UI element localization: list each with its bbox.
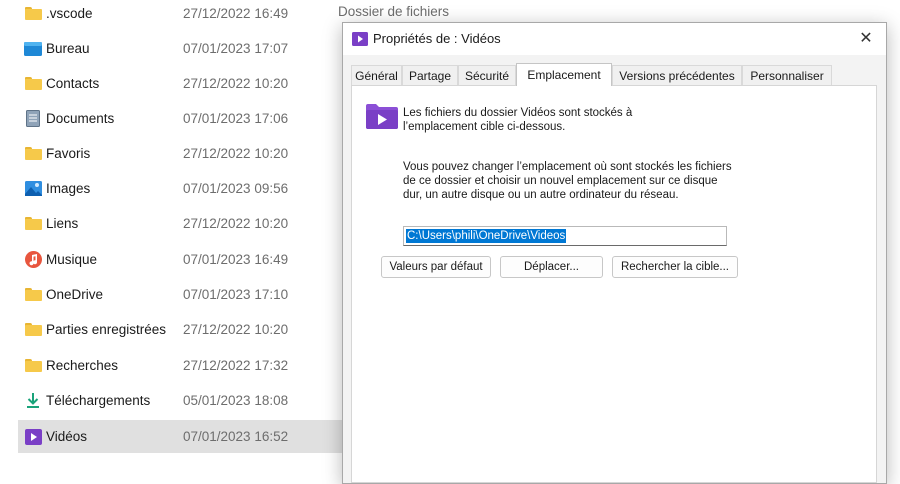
- item-date: 07/01/2023 09:56: [183, 181, 289, 196]
- list-item[interactable]: Vidéos 07/01/2023 16:52: [18, 420, 358, 453]
- item-date: 27/12/2022 10:20: [183, 76, 289, 91]
- item-name: Favoris: [46, 146, 91, 161]
- videos-icon: [24, 428, 42, 445]
- list-item[interactable]: Musique 07/01/2023 16:49: [18, 243, 358, 276]
- music-icon: [24, 251, 42, 268]
- folder-icon: [24, 287, 42, 303]
- list-item[interactable]: .vscode 27/12/2022 16:49: [18, 0, 358, 30]
- move-button[interactable]: Déplacer...: [500, 256, 603, 278]
- tab-general[interactable]: Général: [351, 65, 402, 85]
- list-item[interactable]: Recherches 27/12/2022 17:32: [18, 349, 358, 382]
- list-item[interactable]: Liens 27/12/2022 10:20: [18, 207, 358, 240]
- list-item[interactable]: Bureau 07/01/2023 17:07: [18, 32, 358, 65]
- list-item[interactable]: Téléchargements 05/01/2023 18:08: [18, 384, 358, 417]
- folder-icon: [24, 358, 42, 374]
- documents-icon: [24, 110, 42, 127]
- tab-security[interactable]: Sécurité: [458, 65, 516, 85]
- item-name: .vscode: [46, 6, 93, 21]
- location-description: Les fichiers du dossier Vidéos sont stoc…: [403, 107, 633, 133]
- item-name: Contacts: [46, 76, 100, 91]
- item-date: 27/12/2022 10:20: [183, 146, 289, 161]
- item-date: 07/01/2023 17:07: [183, 41, 289, 56]
- list-item[interactable]: Favoris 27/12/2022 10:20: [18, 137, 358, 170]
- item-name: Documents: [46, 111, 115, 126]
- list-item[interactable]: Contacts 27/12/2022 10:20: [18, 67, 358, 100]
- download-icon: [24, 393, 42, 409]
- folder-icon: [24, 216, 42, 232]
- item-date: 27/12/2022 16:49: [183, 6, 289, 21]
- item-date: 07/01/2023 16:49: [183, 252, 289, 267]
- list-item[interactable]: Parties enregistrées 27/12/2022 10:20: [18, 313, 358, 346]
- dialog-titlebar[interactable]: Propriétés de : Vidéos ✕: [343, 23, 886, 55]
- item-name: Vidéos: [46, 429, 88, 444]
- item-name: Musique: [46, 252, 98, 267]
- item-date: 07/01/2023 17:06: [183, 111, 289, 126]
- list-item[interactable]: Documents 07/01/2023 17:06: [18, 102, 358, 135]
- item-date: 07/01/2023 17:10: [183, 287, 289, 302]
- close-icon[interactable]: ✕: [856, 29, 876, 49]
- list-item[interactable]: OneDrive 07/01/2023 17:10: [18, 278, 358, 311]
- restore-default-button[interactable]: Valeurs par défaut: [381, 256, 491, 278]
- item-name: Bureau: [46, 41, 90, 56]
- images-icon: [24, 181, 42, 197]
- location-instructions: Vous pouvez changer l’emplacement où son…: [403, 161, 732, 201]
- list-item[interactable]: Images 07/01/2023 09:56: [18, 172, 358, 205]
- item-date: 27/12/2022 17:32: [183, 358, 289, 373]
- item-date: 27/12/2022 10:20: [183, 216, 289, 231]
- find-target-button[interactable]: Rechercher la cible...: [612, 256, 738, 278]
- folder-icon: [24, 322, 42, 338]
- properties-dialog: Propriétés de : Vidéos ✕ Général Partage…: [342, 22, 887, 484]
- folder-icon: [24, 146, 42, 162]
- item-name: Recherches: [46, 358, 119, 373]
- folder-icon: [24, 76, 42, 92]
- item-date: 05/01/2023 18:08: [183, 393, 289, 408]
- desktop-icon: [24, 41, 42, 57]
- item-name: Images: [46, 181, 91, 196]
- item-name: Téléchargements: [46, 393, 151, 408]
- item-date: 07/01/2023 16:52: [183, 429, 289, 444]
- location-path-value: C:\Users\phili\OneDrive\Videos: [406, 229, 567, 243]
- location-panel: Les fichiers du dossier Vidéos sont stoc…: [351, 85, 877, 483]
- item-name: Parties enregistrées: [46, 322, 167, 337]
- dialog-title: Propriétés de : Vidéos: [373, 31, 501, 46]
- location-path-input[interactable]: C:\Users\phili\OneDrive\Videos: [403, 226, 727, 246]
- item-date: 27/12/2022 10:20: [183, 322, 289, 337]
- tab-previous-versions[interactable]: Versions précédentes: [612, 65, 742, 85]
- item-name: Liens: [46, 216, 79, 231]
- folder-icon: [24, 6, 42, 22]
- tab-sharing[interactable]: Partage: [402, 65, 458, 85]
- videos-icon: [352, 32, 368, 46]
- item-name: OneDrive: [46, 287, 104, 302]
- tab-location[interactable]: Emplacement: [516, 63, 612, 86]
- videos-folder-icon: [366, 103, 398, 129]
- tab-customize[interactable]: Personnaliser: [742, 65, 832, 85]
